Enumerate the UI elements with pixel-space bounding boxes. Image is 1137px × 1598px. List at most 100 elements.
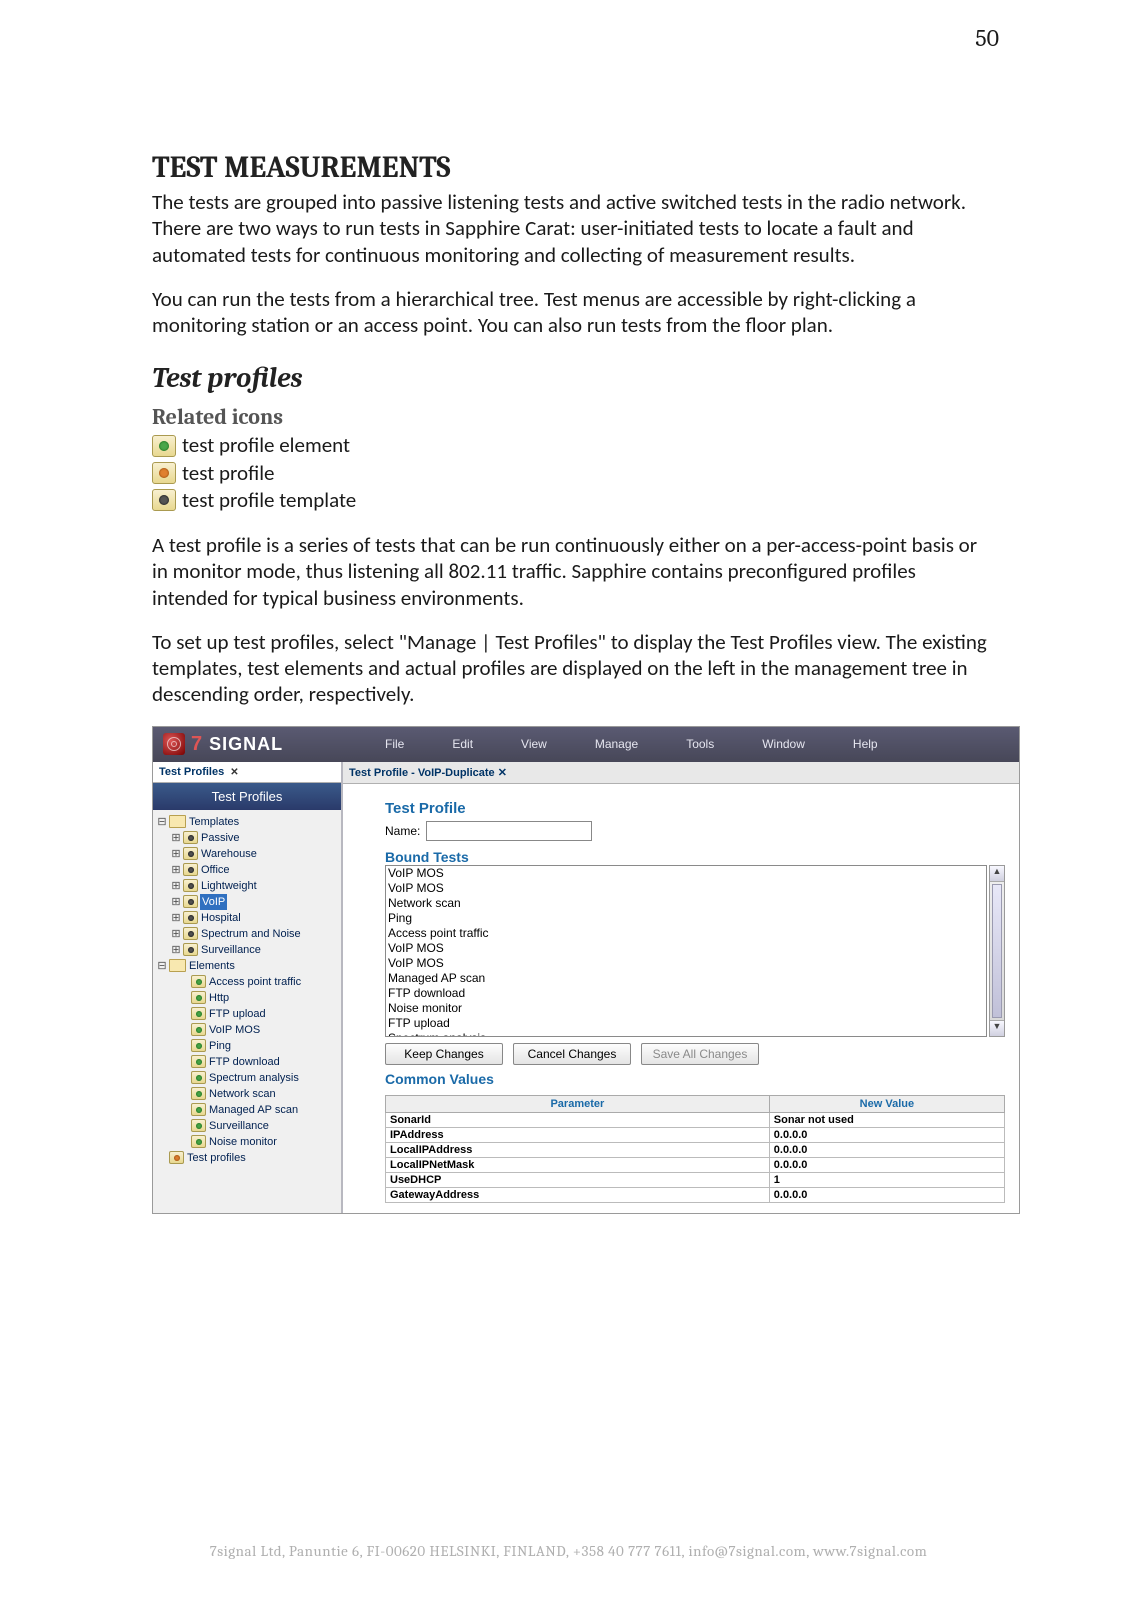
bound-test-item[interactable]: VoIP MOS (388, 866, 984, 881)
table-row: SonarIdSonar not used (386, 1112, 1005, 1127)
bound-test-item[interactable]: Spectrum analysis (388, 1031, 984, 1037)
tree-toggle-icon[interactable]: ⊞ (171, 862, 181, 878)
param-cell: SonarId (386, 1112, 770, 1127)
sidebar-panel-title: Test Profiles (153, 783, 341, 810)
tree-element-item[interactable]: Ping (155, 1038, 339, 1054)
bound-test-item[interactable]: FTP upload (388, 1016, 984, 1031)
tree-toggle-icon[interactable]: ⊟ (157, 814, 167, 830)
tree-template-item[interactable]: ⊞Hospital (155, 910, 339, 926)
tree-toggle-icon[interactable]: ⊞ (171, 878, 181, 894)
main-panel: Test Profile - VoIP-Duplicate ✕ Test Pro… (343, 762, 1019, 1213)
bound-test-item[interactable]: Managed AP scan (388, 971, 984, 986)
close-icon[interactable]: ✕ (498, 767, 507, 779)
icon-legend-element: test profile element (152, 432, 997, 459)
icon-legend-profile: test profile (152, 460, 997, 487)
bound-test-item[interactable]: Ping (388, 911, 984, 926)
tree-item-label: Surveillance (200, 942, 261, 958)
menu-tools[interactable]: Tools (662, 727, 738, 761)
tree-test-profiles[interactable]: Test profiles (155, 1150, 339, 1166)
tree-template-item[interactable]: ⊞ Warehouse (155, 846, 339, 862)
menu-view[interactable]: View (497, 727, 571, 761)
editor-tab-label: Test Profile - VoIP-Duplicate (349, 767, 495, 779)
tree-element-item[interactable]: Http (155, 990, 339, 1006)
bound-test-item[interactable]: Access point traffic (388, 926, 984, 941)
logo-digit: 7 (191, 733, 203, 756)
tree-toggle-icon[interactable]: ⊟ (157, 958, 167, 974)
bound-test-item[interactable]: Network scan (388, 896, 984, 911)
tree-item-label: Ping (208, 1038, 231, 1054)
close-icon[interactable]: ✕ (227, 767, 238, 778)
param-cell: UseDHCP (386, 1172, 770, 1187)
scroll-up-icon[interactable]: ▲ (990, 866, 1004, 882)
tree-item-label: Office (200, 862, 230, 878)
tree-item-label: Templates (188, 814, 239, 830)
sidebar: Test Profiles ✕ Test Profiles ⊟ Templates… (153, 762, 343, 1213)
icon-legend-element-label: test profile element (182, 432, 350, 459)
profile-icon (183, 895, 198, 908)
tree-element-item[interactable]: Spectrum analysis (155, 1070, 339, 1086)
name-label: Name: (385, 824, 420, 838)
table-row: LocalIPNetMask0.0.0.0 (386, 1157, 1005, 1172)
value-cell: 1 (769, 1172, 1004, 1187)
tree-element-item[interactable]: Noise monitor (155, 1134, 339, 1150)
menu-file[interactable]: File (361, 727, 428, 761)
tree-toggle-icon[interactable]: ⊞ (171, 846, 181, 862)
profile-icon (191, 1135, 206, 1148)
bound-test-item[interactable]: VoIP MOS (388, 941, 984, 956)
bound-test-item[interactable]: FTP download (388, 986, 984, 1001)
save-all-changes-button[interactable]: Save All Changes (641, 1043, 759, 1065)
intro-paragraph-1: The tests are grouped into passive liste… (152, 189, 997, 268)
tree-element-item[interactable]: Access point traffic (155, 974, 339, 990)
heading-related-icons: Related icons (152, 404, 997, 430)
tree-template-item[interactable]: ⊞ Surveillance (155, 942, 339, 958)
tree-toggle-icon[interactable]: ⊞ (171, 942, 181, 958)
editor-tab[interactable]: Test Profile - VoIP-Duplicate ✕ (343, 762, 1019, 784)
common-values-table-wrap: Parameter New Value SonarIdSonar not use… (385, 1095, 1005, 1203)
tree-item-label: Warehouse (200, 846, 257, 862)
heading-test-profiles: Test profiles (152, 362, 997, 394)
tree-element-item[interactable]: VoIP MOS (155, 1022, 339, 1038)
tree-template-item[interactable]: ⊞Passive (155, 830, 339, 846)
name-input[interactable] (426, 821, 592, 841)
bound-test-item[interactable]: VoIP MOS (388, 956, 984, 971)
keep-changes-button[interactable]: Keep Changes (385, 1043, 503, 1065)
tree-template-item[interactable]: ⊞VoIP (155, 894, 339, 910)
tree-template-item[interactable]: ⊞Spectrum and Noise (155, 926, 339, 942)
tree-element-item[interactable]: FTP download (155, 1054, 339, 1070)
scrollbar[interactable]: ▲ ▼ (989, 865, 1005, 1037)
profile-icon (191, 1055, 206, 1068)
folder-icon (169, 815, 186, 828)
tree-element-item[interactable]: Surveillance (155, 1118, 339, 1134)
name-row: Name: (385, 821, 1005, 841)
profile-icon (169, 1151, 184, 1164)
value-cell: 0.0.0.0 (769, 1157, 1004, 1172)
common-values-title: Common Values (385, 1071, 1005, 1087)
tree-elements[interactable]: ⊟Elements (155, 958, 339, 974)
tree-templates[interactable]: ⊟ Templates (155, 814, 339, 830)
menu-manage[interactable]: Manage (571, 727, 662, 761)
tree-template-item[interactable]: ⊞ Office (155, 862, 339, 878)
tree-toggle-icon[interactable]: ⊞ (171, 830, 181, 846)
bound-test-item[interactable]: Noise monitor (388, 1001, 984, 1016)
tree-toggle-icon[interactable]: ⊞ (171, 926, 181, 942)
table-row: IPAddress0.0.0.0 (386, 1127, 1005, 1142)
icon-legend-template: test profile template (152, 487, 997, 514)
tree-element-item[interactable]: FTP upload (155, 1006, 339, 1022)
sidebar-tab[interactable]: Test Profiles ✕ (153, 762, 341, 783)
tree-toggle-icon[interactable]: ⊞ (171, 894, 181, 910)
bound-test-item[interactable]: VoIP MOS (388, 881, 984, 896)
scroll-down-icon[interactable]: ▼ (990, 1020, 1004, 1036)
tree-element-item[interactable]: Managed AP scan (155, 1102, 339, 1118)
bound-tests-list[interactable]: VoIP MOSVoIP MOSNetwork scanPingAccess p… (385, 865, 987, 1037)
menu-help[interactable]: Help (829, 727, 902, 761)
menu-window[interactable]: Window (738, 727, 829, 761)
profile-icon (183, 911, 198, 924)
tree-template-item[interactable]: ⊞Lightweight (155, 878, 339, 894)
tree-element-item[interactable]: Network scan (155, 1086, 339, 1102)
menu-edit[interactable]: Edit (428, 727, 497, 761)
form-title: Test Profile (385, 800, 1005, 817)
scroll-thumb[interactable] (992, 884, 1002, 1018)
tree-toggle-icon[interactable]: ⊞ (171, 910, 181, 926)
menu-bar: File Edit View Manage Tools Window Help (361, 727, 902, 762)
cancel-changes-button[interactable]: Cancel Changes (513, 1043, 631, 1065)
